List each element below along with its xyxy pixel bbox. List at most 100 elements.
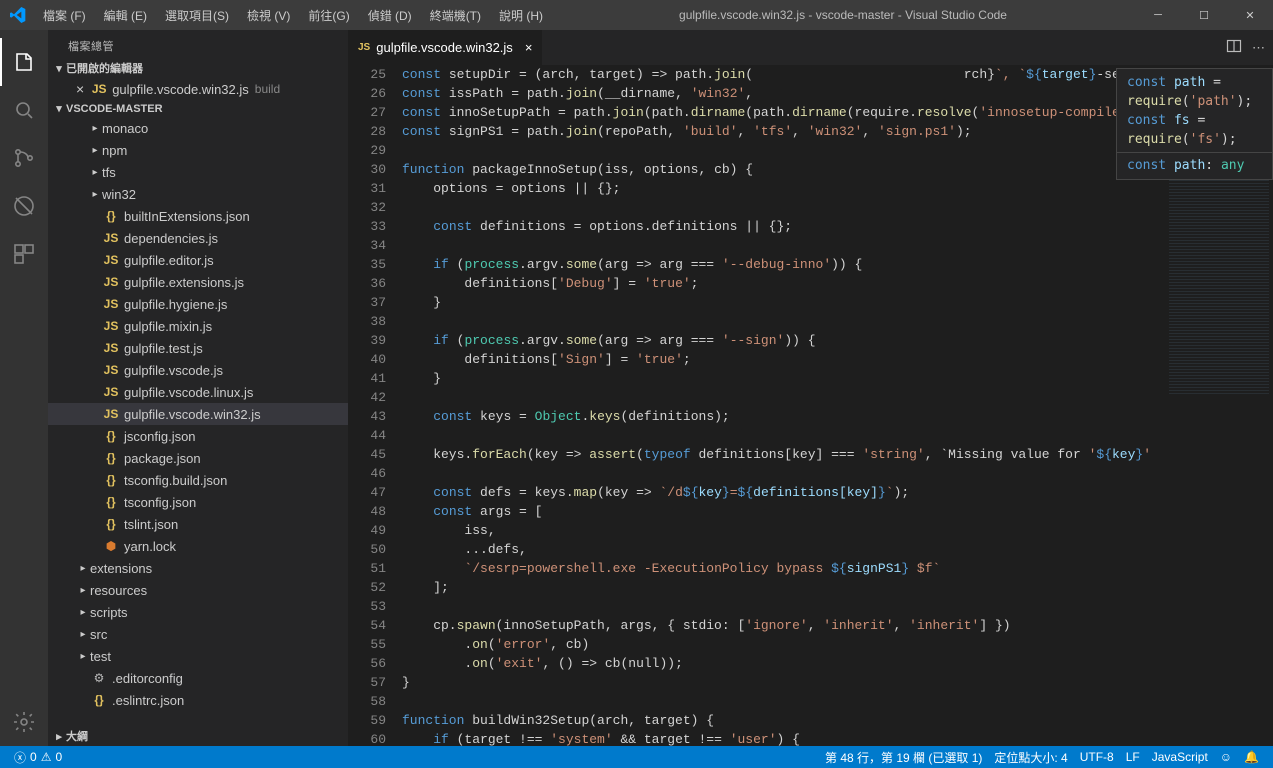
file-name: src [90, 627, 107, 642]
menu-item[interactable]: 說明 (H) [491, 7, 551, 24]
tree-item[interactable]: ▸npm [48, 139, 348, 161]
menu-item[interactable]: 偵錯 (D) [360, 7, 420, 24]
file-name: monaco [102, 121, 148, 136]
minimize-button[interactable]: ─ [1135, 0, 1181, 30]
bell-icon[interactable]: 🔔 [1238, 750, 1265, 764]
tree-item[interactable]: ▸resources [48, 579, 348, 601]
code-content[interactable]: const setupDir = (arch, target) => path.… [402, 65, 1163, 746]
tree-item[interactable]: JSgulpfile.vscode.js [48, 359, 348, 381]
editor-area: JS gulpfile.vscode.win32.js × ⋯ const pa… [348, 30, 1273, 746]
status-language[interactable]: JavaScript [1146, 750, 1214, 764]
file-name: extensions [90, 561, 152, 576]
menu-item[interactable]: 選取項目(S) [157, 7, 237, 24]
tree-item[interactable]: JSgulpfile.hygiene.js [48, 293, 348, 315]
tree-item[interactable]: {}tsconfig.build.json [48, 469, 348, 491]
file-name: yarn.lock [124, 539, 176, 554]
json-file-icon: {} [90, 693, 108, 707]
js-file-icon: JS [102, 319, 120, 333]
warning-icon: ⚠ [41, 750, 52, 764]
menu-item[interactable]: 檔案 (F) [35, 7, 94, 24]
status-errors[interactable]: ⓧ0 ⚠0 [8, 749, 68, 766]
json-file-icon: {} [102, 451, 120, 465]
open-editors-section[interactable]: ▾ 已開啟的編輯器 [48, 58, 348, 78]
file-name: test [90, 649, 111, 664]
outline-label: 大綱 [66, 728, 88, 744]
json-file-icon: {} [102, 429, 120, 443]
js-file-icon: JS [358, 42, 370, 53]
window-controls: ─ ☐ ✕ [1135, 0, 1273, 30]
file-path: build [255, 82, 280, 96]
menu-item[interactable]: 終端機(T) [422, 7, 489, 24]
file-name: gulpfile.test.js [124, 341, 203, 356]
file-name: gulpfile.vscode.js [124, 363, 223, 378]
open-editors-label: 已開啟的編輯器 [66, 60, 143, 76]
status-cursor[interactable]: 第 48 行，第 19 欄 (已選取 1) [819, 749, 988, 766]
js-file-icon: JS [90, 82, 108, 96]
chevron-right-icon: ▸ [76, 585, 90, 596]
menu-item[interactable]: 前往(G) [300, 7, 357, 24]
file-name: dependencies.js [124, 231, 218, 246]
file-name: scripts [90, 605, 128, 620]
line-gutter: 2526272829303132333435363738394041424344… [348, 65, 402, 746]
tree-item[interactable]: {}tsconfig.json [48, 491, 348, 513]
tree-item[interactable]: ▸win32 [48, 183, 348, 205]
tab-label: gulpfile.vscode.win32.js [376, 40, 513, 55]
split-editor-icon[interactable] [1226, 38, 1242, 57]
file-name: jsconfig.json [124, 429, 196, 444]
tree-item[interactable]: JSgulpfile.vscode.win32.js [48, 403, 348, 425]
tree-item[interactable]: ▸extensions [48, 557, 348, 579]
menu-item[interactable]: 檢視 (V) [239, 7, 298, 24]
tree-item[interactable]: ▸tfs [48, 161, 348, 183]
tree-item[interactable]: ⚙.editorconfig [48, 667, 348, 689]
status-eol[interactable]: LF [1120, 750, 1146, 764]
tree-item[interactable]: JSgulpfile.extensions.js [48, 271, 348, 293]
tree-item[interactable]: JS gulpfile.test.js [48, 337, 348, 359]
tree-item[interactable]: ▸scripts [48, 601, 348, 623]
tree-item[interactable]: {}tslint.json [48, 513, 348, 535]
workspace-section[interactable]: ▾ VSCODE-MASTER [48, 100, 348, 117]
search-icon[interactable] [0, 86, 48, 134]
open-editor-item[interactable]: ×JSgulpfile.vscode.win32.jsbuild [48, 78, 348, 100]
json-file-icon: {} [102, 473, 120, 487]
tree-item[interactable]: {} jsconfig.json [48, 425, 348, 447]
explorer-sidebar: 檔案總管 ▾ 已開啟的編輯器 ×JSgulpfile.vscode.win32.… [48, 30, 348, 746]
extensions-icon[interactable] [0, 230, 48, 278]
close-tab-icon[interactable]: × [525, 40, 533, 55]
tree-item[interactable]: {}builtInExtensions.json [48, 205, 348, 227]
tree-item[interactable]: JS gulpfile.vscode.linux.js [48, 381, 348, 403]
vscode-icon [0, 7, 35, 23]
close-button[interactable]: ✕ [1227, 0, 1273, 30]
tree-item[interactable]: JSdependencies.js [48, 227, 348, 249]
tree-item[interactable]: ⬢yarn.lock [48, 535, 348, 557]
outline-section[interactable]: ▸ 大綱 [48, 726, 348, 746]
tree-item[interactable]: {}.eslintrc.json [48, 689, 348, 711]
close-icon[interactable]: × [76, 81, 84, 97]
tree-item[interactable]: ▸src [48, 623, 348, 645]
tree-item[interactable]: JS gulpfile.mixin.js [48, 315, 348, 337]
settings-gear-icon[interactable] [0, 698, 48, 746]
file-name: resources [90, 583, 147, 598]
file-name: npm [102, 143, 127, 158]
tree-item[interactable]: ▸test [48, 645, 348, 667]
js-file-icon: JS [102, 385, 120, 399]
debug-icon[interactable] [0, 182, 48, 230]
status-encoding[interactable]: UTF-8 [1074, 750, 1120, 764]
more-actions-icon[interactable]: ⋯ [1252, 40, 1265, 56]
feedback-icon[interactable]: ☺ [1214, 750, 1238, 764]
maximize-button[interactable]: ☐ [1181, 0, 1227, 30]
chevron-right-icon: ▸ [76, 651, 90, 662]
explorer-icon[interactable] [0, 38, 48, 86]
file-name: gulpfile.vscode.linux.js [124, 385, 253, 400]
menu-item[interactable]: 編輯 (E) [96, 7, 155, 24]
file-name: gulpfile.vscode.win32.js [124, 407, 261, 422]
js-file-icon: JS [102, 341, 120, 355]
file-name: gulpfile.mixin.js [124, 319, 212, 334]
status-spaces[interactable]: 定位點大小: 4 [988, 749, 1073, 766]
window-title: gulpfile.vscode.win32.js - vscode-master… [551, 8, 1135, 22]
source-control-icon[interactable] [0, 134, 48, 182]
tree-item[interactable]: JSgulpfile.editor.js [48, 249, 348, 271]
tab-gulpfile-win32[interactable]: JS gulpfile.vscode.win32.js × [348, 30, 543, 65]
tree-item[interactable]: {}package.json [48, 447, 348, 469]
file-name: tsconfig.json [124, 495, 196, 510]
tree-item[interactable]: ▸monaco [48, 117, 348, 139]
